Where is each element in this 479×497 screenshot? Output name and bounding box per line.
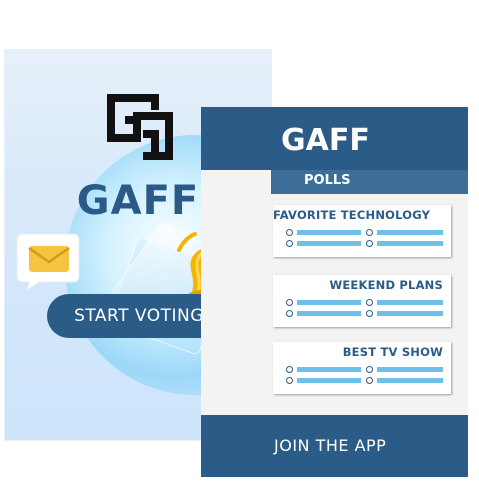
radio-button[interactable] bbox=[286, 299, 293, 306]
option-bar bbox=[297, 367, 361, 372]
radio-button[interactable] bbox=[286, 366, 293, 373]
option-bar bbox=[377, 241, 443, 246]
mail-icon bbox=[16, 233, 80, 292]
poll-title: WEEKEND PLANS bbox=[329, 278, 443, 292]
app-header: GAFF bbox=[201, 107, 468, 170]
poll-card-best-tv-show[interactable]: BEST TV SHOW bbox=[273, 342, 451, 394]
poll-card-favorite-technology[interactable]: FAVORITE TECHNOLOGY bbox=[273, 205, 451, 257]
radio-button[interactable] bbox=[366, 240, 373, 247]
join-app-label: JOIN THE APP bbox=[274, 436, 387, 455]
app-title: GAFF bbox=[281, 123, 370, 158]
radio-button[interactable] bbox=[366, 377, 373, 384]
poll-option-row bbox=[286, 240, 448, 247]
polls-section-bar: POLLS bbox=[271, 170, 468, 194]
option-bar bbox=[297, 300, 361, 305]
option-bar bbox=[297, 311, 361, 316]
option-bar bbox=[297, 230, 361, 235]
option-bar bbox=[377, 311, 443, 316]
option-bar bbox=[377, 378, 443, 383]
option-bar bbox=[377, 230, 443, 235]
option-bar bbox=[297, 241, 361, 246]
radio-button[interactable] bbox=[286, 240, 293, 247]
radio-button[interactable] bbox=[366, 310, 373, 317]
app-panel: GAFF POLLS FAVORITE TECHNOLOGY WEEKEND P… bbox=[201, 107, 468, 477]
option-bar bbox=[297, 378, 361, 383]
join-app-button[interactable]: JOIN THE APP bbox=[201, 415, 468, 477]
poll-option-row bbox=[286, 366, 448, 373]
poll-card-weekend-plans[interactable]: WEEKEND PLANS bbox=[273, 275, 451, 327]
panel-side bbox=[201, 170, 271, 415]
option-bar bbox=[377, 367, 443, 372]
poll-title: BEST TV SHOW bbox=[342, 345, 443, 359]
gaff-logo-icon bbox=[107, 94, 173, 160]
poll-option-row bbox=[286, 377, 448, 384]
radio-button[interactable] bbox=[286, 310, 293, 317]
polls-label: POLLS bbox=[304, 173, 351, 188]
poll-title: FAVORITE TECHNOLOGY bbox=[273, 208, 431, 222]
option-bar bbox=[377, 300, 443, 305]
radio-button[interactable] bbox=[286, 229, 293, 236]
poll-option-row bbox=[286, 299, 448, 306]
poll-option-row bbox=[286, 310, 448, 317]
radio-button[interactable] bbox=[286, 377, 293, 384]
radio-button[interactable] bbox=[366, 229, 373, 236]
poll-option-row bbox=[286, 229, 448, 236]
radio-button[interactable] bbox=[366, 366, 373, 373]
radio-button[interactable] bbox=[366, 299, 373, 306]
